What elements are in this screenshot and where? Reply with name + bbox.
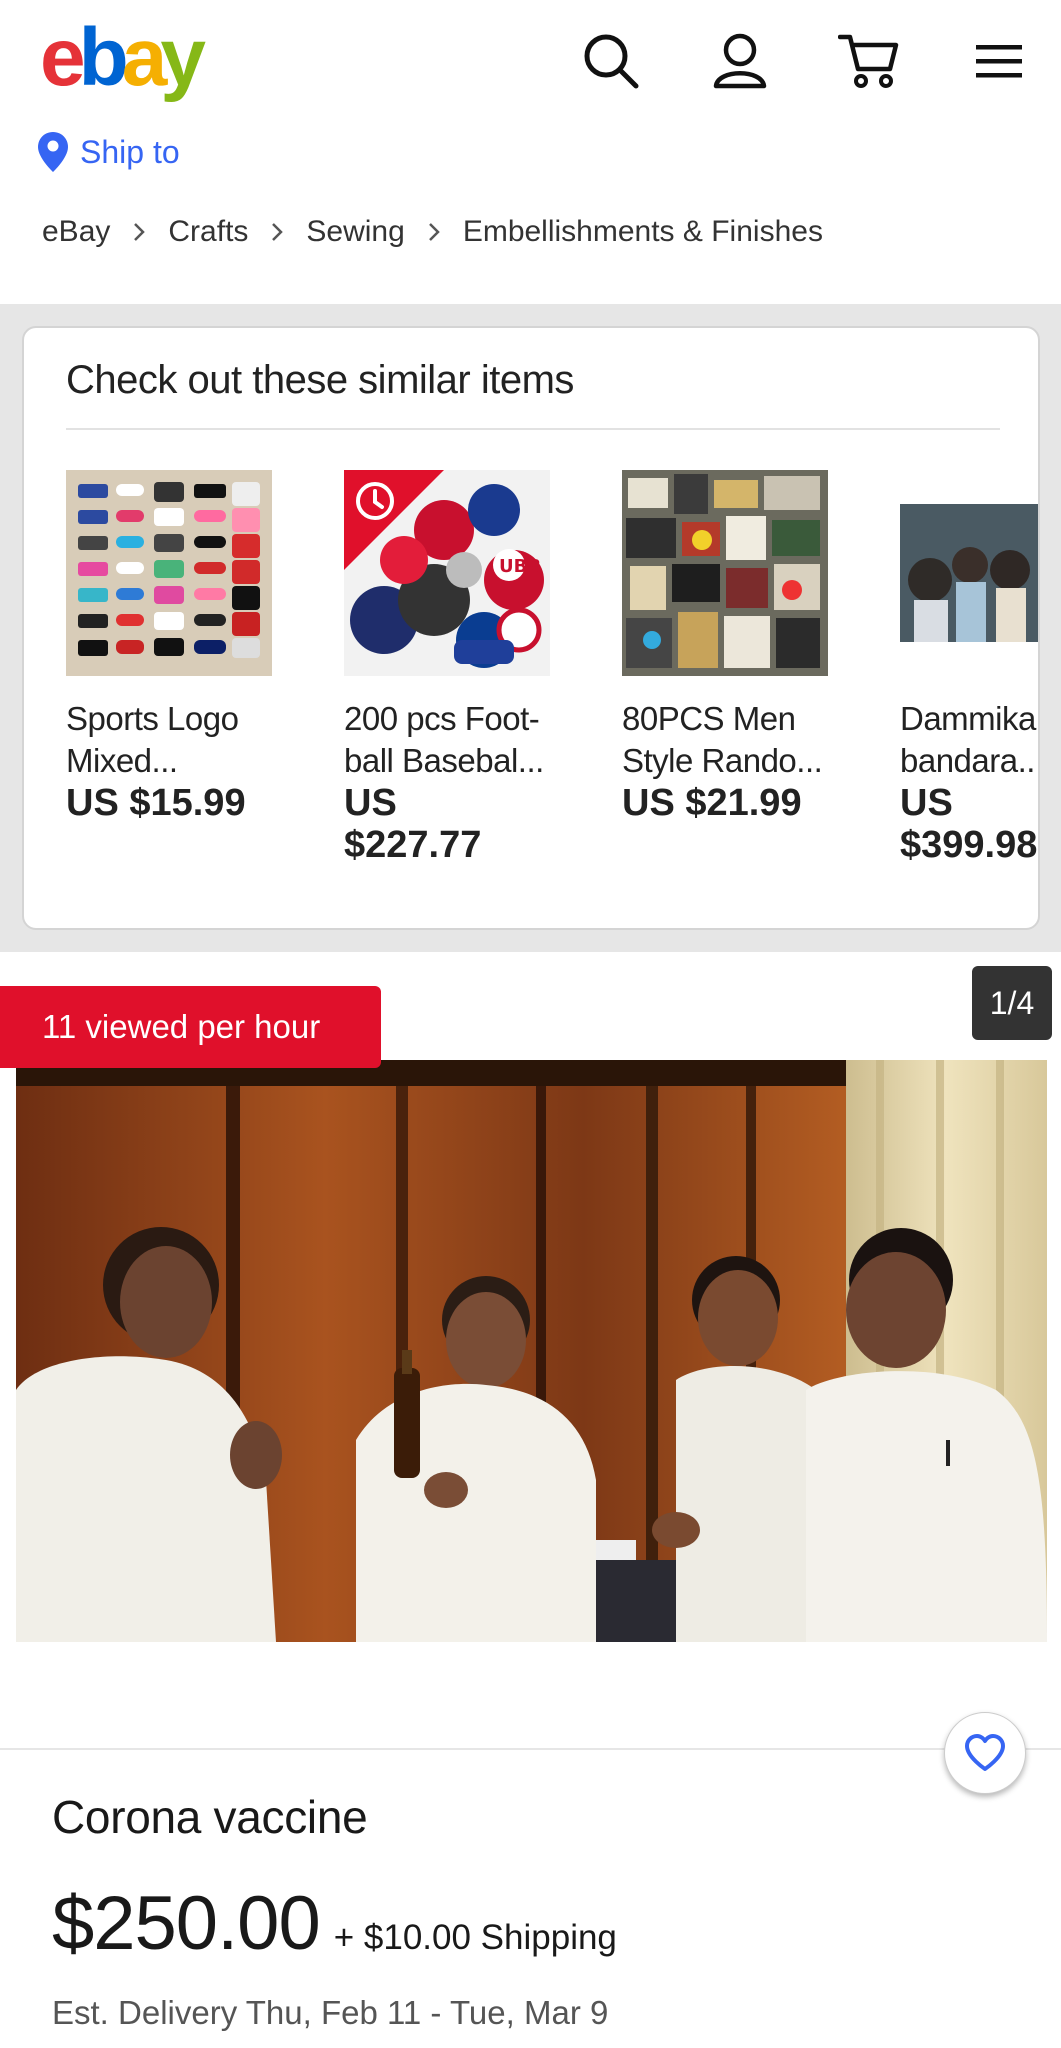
ship-to-link[interactable]: Ship to xyxy=(36,130,180,174)
breadcrumb: eBay Crafts Sewing Embellishments & Fini… xyxy=(42,215,823,249)
breadcrumb-item-embellishments[interactable]: Embellishments & Finishes xyxy=(463,215,823,249)
menu-icon[interactable] xyxy=(966,28,1032,94)
item-name-line: bandara... xyxy=(900,742,1040,779)
similar-items-title: Check out these similar items xyxy=(66,358,574,402)
item-price-line: US $21.99 xyxy=(622,782,802,824)
item-name-line: ball Basebal... xyxy=(344,742,544,779)
item-price: US $15.99 xyxy=(66,782,296,824)
item-name-line: Dammika xyxy=(900,700,1036,737)
svg-text:UBB: UBB xyxy=(499,556,541,577)
search-icon[interactable] xyxy=(578,28,644,94)
breadcrumb-item-sewing[interactable]: Sewing xyxy=(306,215,404,249)
item-price: US $21.99 xyxy=(622,782,852,824)
similar-item[interactable]: UBB 200 pcs Foot- ball Basebal... US $22… xyxy=(344,470,574,866)
item-price-line: US xyxy=(344,782,397,824)
breadcrumb-item-crafts[interactable]: Crafts xyxy=(168,215,248,249)
viewed-per-hour-badge: 11 viewed per hour xyxy=(0,986,381,1068)
ebay-logo[interactable]: ebay xyxy=(40,8,206,108)
item-name: 200 pcs Foot- ball Basebal... xyxy=(344,698,574,782)
price-row: $250.00 + $10.00 Shipping xyxy=(52,1880,617,1967)
similar-items-card: Check out these similar items Sports Log… xyxy=(22,326,1040,930)
similar-item[interactable]: Dammika bandara... US $399.98 xyxy=(900,470,1040,866)
divider xyxy=(0,1748,1061,1750)
item-name-line: Sports Logo xyxy=(66,700,239,737)
logo-letter-b: b xyxy=(78,12,129,103)
item-price: US $399.98 xyxy=(900,782,1038,866)
shipping-cost: + $10.00 Shipping xyxy=(333,1918,617,1957)
logo-letter-a: a xyxy=(121,12,168,103)
item-name: Dammika bandara... xyxy=(900,698,1040,782)
similar-item[interactable]: Sports Logo Mixed... US $15.99 xyxy=(66,470,296,824)
chevron-right-icon xyxy=(427,221,441,243)
breadcrumb-item-ebay[interactable]: eBay xyxy=(42,215,110,249)
item-thumbnail xyxy=(622,470,828,676)
item-name: Sports Logo Mixed... xyxy=(66,698,296,782)
item-name-line: 80PCS Men xyxy=(622,700,796,737)
main-item-image[interactable] xyxy=(16,1060,1047,1642)
heart-icon xyxy=(965,1734,1005,1771)
item-price-line: $399.98 xyxy=(900,824,1038,866)
image-counter: 1/4 xyxy=(972,966,1052,1040)
ship-to-label: Ship to xyxy=(80,133,180,170)
item-name-line: Style Rando... xyxy=(622,742,823,779)
item-price-line: $227.77 xyxy=(344,824,482,866)
item-thumbnail xyxy=(66,470,272,676)
item-price: US $227.77 xyxy=(344,782,574,866)
item-name-line: 200 pcs Foot- xyxy=(344,700,540,737)
watch-button[interactable] xyxy=(944,1712,1026,1794)
item-thumbnail xyxy=(900,470,1038,676)
item-price-line: US xyxy=(900,782,953,824)
chevron-right-icon xyxy=(270,221,284,243)
estimated-delivery: Est. Delivery Thu, Feb 11 - Tue, Mar 9 xyxy=(52,1994,609,2031)
divider xyxy=(66,428,1000,430)
item-price-line: US $15.99 xyxy=(66,782,246,824)
cart-icon[interactable] xyxy=(836,28,902,94)
header: ebay Ship to eBay Crafts Sewing Embellis… xyxy=(0,0,1061,300)
item-thumbnail: UBB xyxy=(344,470,550,676)
chevron-right-icon xyxy=(132,221,146,243)
logo-letter-e: e xyxy=(40,12,86,103)
account-icon[interactable] xyxy=(707,28,773,94)
logo-letter-y: y xyxy=(160,12,206,103)
item-title: Corona vaccine xyxy=(52,1791,368,1843)
item-price: $250.00 xyxy=(52,1881,321,1966)
similar-item[interactable]: 80PCS Men Style Rando... US $21.99 xyxy=(622,470,852,824)
item-name-line: Mixed... xyxy=(66,742,178,779)
location-pin-icon xyxy=(38,132,68,172)
item-name: 80PCS Men Style Rando... xyxy=(622,698,852,782)
